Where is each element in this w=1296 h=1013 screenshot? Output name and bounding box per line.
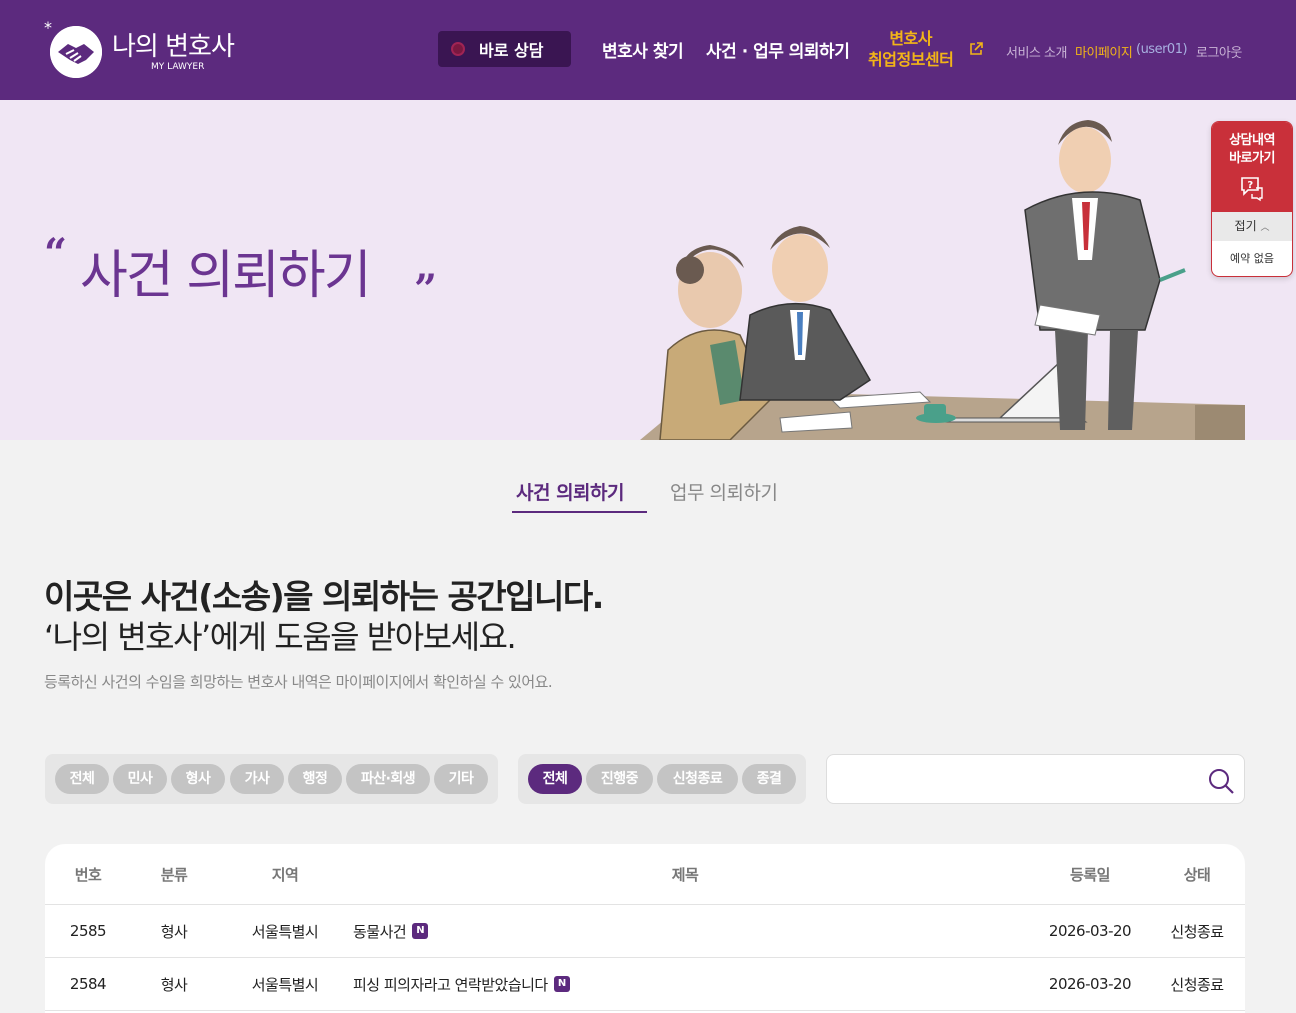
row-region: 서울특별시 <box>251 922 319 941</box>
close-quote-icon: ” <box>414 266 438 313</box>
header-date: 등록일 <box>1070 865 1110 884</box>
quick-consult-button[interactable]: 바로 상담 <box>438 31 571 67</box>
nav-jobs-line2: 취업정보센터 <box>868 50 954 69</box>
table-row[interactable]: 2585 형사 서울특별시 동물사건 N 2026-03-20 신청종료 <box>45 905 1245 958</box>
fold-button[interactable]: 접기 ︿ <box>1212 212 1292 241</box>
table-header-row: 번호 분류 지역 제목 등록일 상태 <box>45 844 1245 905</box>
status-chip-concluded[interactable]: 종결 <box>742 764 796 794</box>
row-date: 2026-03-20 <box>1048 922 1132 940</box>
nav-case-request[interactable]: 사건 · 업무 의뢰하기 <box>706 37 850 62</box>
no-reservation-text: 예약 없음 <box>1230 252 1274 265</box>
header-status: 상태 <box>1183 865 1211 884</box>
row-category: 형사 <box>160 975 188 994</box>
row-no: 2585 <box>69 922 107 940</box>
category-chip-all[interactable]: 전체 <box>55 764 109 794</box>
search-box <box>826 754 1245 804</box>
intro-heading: 이곳은 사건(소송)을 의뢰하는 공간입니다. <box>44 577 604 616</box>
header-region: 지역 <box>271 865 299 884</box>
active-tab-indicator <box>512 511 647 513</box>
category-chip-other[interactable]: 기타 <box>434 764 488 794</box>
chat-question-icon: ? <box>1241 177 1263 202</box>
record-dot-icon <box>451 42 465 56</box>
svg-text:?: ? <box>1247 180 1253 191</box>
row-status: 신청종료 <box>1170 922 1224 941</box>
row-date: 2026-03-20 <box>1048 975 1132 993</box>
row-title-cell: 피싱 피의자라고 연락받았습니다 N <box>353 958 1017 1010</box>
status-chip-in-progress[interactable]: 진행중 <box>586 764 653 794</box>
row-title-link[interactable]: 동물사건 <box>353 921 407 942</box>
external-link-icon <box>970 42 983 55</box>
status-chip-closed-application[interactable]: 신청종료 <box>657 764 738 794</box>
nav-jobs-center[interactable]: 변호사 취업정보센터 <box>868 28 954 70</box>
tab-work-request[interactable]: 업무 의뢰하기 <box>670 478 778 505</box>
table-row[interactable]: 2584 형사 서울특별시 피싱 피의자라고 연락받았습니다 N 2026-03… <box>45 958 1245 1011</box>
consult-history-widget: 상담내역 바로가기 ? 접기 ︿ 예약 없음 <box>1211 121 1293 277</box>
hero-title: 사건 의뢰하기 <box>80 246 372 306</box>
consult-history-line2: 바로가기 <box>1229 151 1275 166</box>
handshake-icon <box>50 26 102 78</box>
header-title: 제목 <box>671 865 699 884</box>
search-input[interactable] <box>841 765 1201 795</box>
category-chip-bankruptcy[interactable]: 파산·회생 <box>346 764 430 794</box>
new-badge: N <box>412 923 429 939</box>
row-status: 신청종료 <box>1170 975 1224 994</box>
logo-title: 나의 변호사 <box>112 32 235 62</box>
hero-banner: “ 사건 의뢰하기 ” <box>0 100 1296 440</box>
tab-case-request[interactable]: 사건 의뢰하기 <box>516 478 625 505</box>
case-table: 번호 분류 지역 제목 등록일 상태 2585 형사 서울특별시 동물사건 N … <box>45 844 1245 1013</box>
category-filter: 전체 민사 형사 가사 행정 파산·회생 기타 <box>45 754 498 804</box>
logout-link[interactable]: 로그아웃 <box>1196 42 1242 61</box>
row-title-cell: 동물사건 N <box>353 905 1017 957</box>
row-region: 서울특별시 <box>251 975 319 994</box>
nav-find-lawyer[interactable]: 변호사 찾기 <box>602 37 684 62</box>
row-title-link[interactable]: 피싱 피의자라고 연락받았습니다 <box>353 974 548 995</box>
top-header: * 나의 변호사 MY LAWYER 바로 상담 변호사 찾기 사건 · 업무 … <box>0 0 1296 100</box>
status-filter: 전체 진행중 신청종료 종결 <box>518 754 806 804</box>
open-quote-icon: “ <box>44 230 68 277</box>
mypage-link[interactable]: 마이페이지 <box>1075 42 1133 61</box>
category-chip-civil[interactable]: 민사 <box>113 764 167 794</box>
row-no: 2584 <box>69 975 107 993</box>
category-chip-criminal[interactable]: 형사 <box>171 764 225 794</box>
category-chip-admin[interactable]: 행정 <box>288 764 342 794</box>
row-category: 형사 <box>160 922 188 941</box>
search-icon[interactable] <box>1207 767 1235 795</box>
service-intro-link[interactable]: 서비스 소개 <box>1006 42 1067 61</box>
chevron-up-icon: ︿ <box>1260 223 1270 233</box>
nav-jobs-line1: 변호사 <box>889 29 932 48</box>
intro-description: 등록하신 사건의 수임을 희망하는 변호사 내역은 마이페이지에서 확인하실 수… <box>44 673 553 691</box>
intro-subheading: ‘나의 변호사’에게 도움을 받아보세요. <box>44 618 517 656</box>
header-category: 분류 <box>160 865 188 884</box>
new-badge: N <box>553 976 570 992</box>
user-id-label: (user01) <box>1136 42 1188 57</box>
meeting-illustration <box>640 120 1245 440</box>
status-chip-all[interactable]: 전체 <box>528 764 582 794</box>
consult-history-line1: 상담내역 <box>1229 133 1275 148</box>
header-no: 번호 <box>74 865 102 884</box>
quick-consult-label: 바로 상담 <box>479 41 544 60</box>
fold-label: 접기 <box>1234 219 1257 233</box>
logo[interactable]: * 나의 변호사 MY LAWYER <box>44 18 244 78</box>
consult-history-button[interactable]: 상담내역 바로가기 ? <box>1212 122 1292 212</box>
category-chip-family[interactable]: 가사 <box>230 764 284 794</box>
logo-subtitle: MY LAWYER <box>151 62 205 72</box>
